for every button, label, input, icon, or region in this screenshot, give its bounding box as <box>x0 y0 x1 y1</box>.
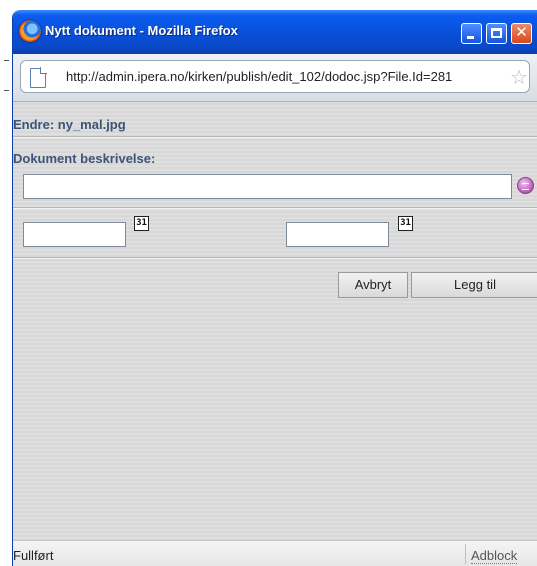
minimize-button[interactable] <box>461 23 482 44</box>
description-section: Dokument beskrivelse: <box>13 137 537 208</box>
maximize-button[interactable] <box>486 23 507 44</box>
page-content: Endre: ny_mal.jpg Dokument beskrivelse: … <box>13 103 537 540</box>
status-bar: Fullført Adblock <box>13 540 537 566</box>
page-edge-mark <box>4 60 9 61</box>
edit-section: Endre: ny_mal.jpg <box>13 103 537 137</box>
star-icon[interactable]: ☆ <box>510 65 528 89</box>
address-field[interactable]: http://admin.ipera.no/kirken/publish/edi… <box>20 60 530 93</box>
minimize-icon <box>467 36 474 39</box>
dates-section: 31 31 <box>13 208 537 258</box>
adblock-button[interactable]: Adblock <box>471 548 518 564</box>
date-from-input[interactable] <box>23 222 126 247</box>
cancel-button[interactable]: Avbryt <box>338 272 408 298</box>
url-text[interactable]: http://admin.ipera.no/kirken/publish/edi… <box>66 69 452 84</box>
calendar-icon[interactable]: 31 <box>134 216 149 231</box>
maximize-icon <box>491 28 502 38</box>
window-title: Nytt dokument - Mozilla Firefox <box>45 23 238 38</box>
browser-window: Nytt dokument - Mozilla Firefox ✕ http:/… <box>12 10 537 566</box>
description-input[interactable] <box>23 174 512 199</box>
status-divider <box>465 544 466 564</box>
title-bar[interactable]: Nytt dokument - Mozilla Firefox ✕ <box>13 10 537 54</box>
calendar-icon[interactable]: 31 <box>398 216 413 231</box>
page-edge-mark <box>4 90 9 91</box>
url-bar: http://admin.ipera.no/kirken/publish/edi… <box>13 54 537 102</box>
status-text: Fullført <box>13 548 54 563</box>
date-to-input[interactable] <box>286 222 389 247</box>
firefox-icon <box>19 20 41 42</box>
description-label: Dokument beskrivelse: <box>13 151 156 166</box>
page-icon <box>30 67 47 88</box>
special-chars-icon[interactable] <box>517 177 534 194</box>
close-icon: ✕ <box>515 23 528 41</box>
add-button[interactable]: Legg til <box>411 272 537 298</box>
close-button[interactable]: ✕ <box>511 23 532 44</box>
edit-file-label: Endre: ny_mal.jpg <box>13 117 126 132</box>
